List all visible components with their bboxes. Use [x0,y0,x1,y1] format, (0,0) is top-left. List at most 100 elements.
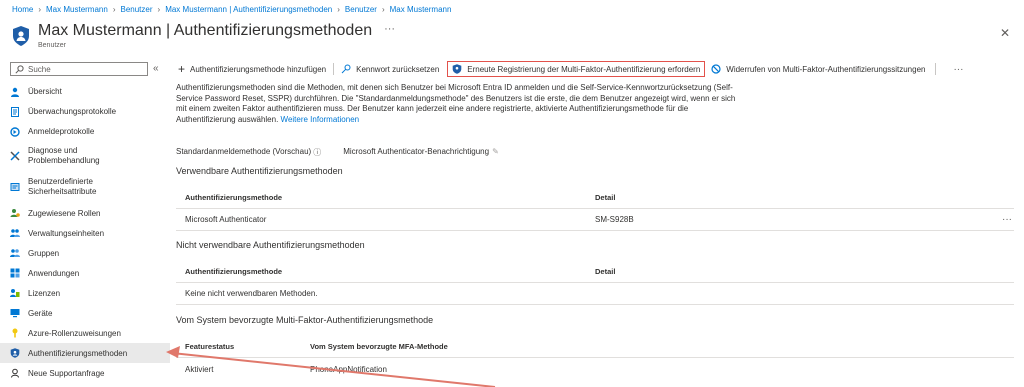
sidebar-item-security-attributes[interactable]: Benutzerdefinierte Sicherheitsattribute [0,170,170,203]
column-header: Authentifizierungsmethode [185,193,283,202]
sidebar-item-label: Neue Supportanfrage [28,368,105,378]
chevron-right-icon: › [381,5,385,14]
more-options-icon[interactable]: ··· [384,23,395,35]
add-auth-method-button[interactable]: + Authentifizierungsmethode hinzufügen [178,62,326,76]
chevron-right-icon: › [112,5,116,14]
sidebar-item-support[interactable]: Neue Supportanfrage [0,363,170,383]
chevron-right-icon: › [38,5,42,14]
key-icon [341,64,351,74]
search-icon [15,64,24,74]
add-auth-method-label: Authentifizierungsmethode hinzufügen [190,64,327,74]
column-header: Detail [595,193,616,202]
default-method-value: Microsoft Authenticator-Benachrichtigung [343,147,490,156]
search-input[interactable]: Suche [10,62,148,76]
sidebar-item-label: Authentifizierungsmethoden [28,348,128,358]
usable-methods-table: Authentifizierungsmethode Detail Microso… [176,187,1014,231]
info-icon[interactable]: ⓘ [313,147,321,158]
table-header: Authentifizierungsmethode Detail [176,261,1014,283]
sidebar-item-diagnose[interactable]: Diagnose und Problembehandlung [0,141,170,170]
apps-icon [10,268,20,278]
breadcrumb-user[interactable]: Max Mustermann [46,5,108,14]
mfa-method-table: Featurestatus Vom System bevorzugte MFA-… [176,336,1014,380]
sidebar-item-applications[interactable]: Anwendungen [0,263,170,283]
sidebar-item-overview[interactable]: Übersicht [0,82,170,101]
require-mfa-reregistration-button[interactable]: Erneute Registrierung der Multi-Faktor-A… [447,61,706,77]
search-placeholder: Suche [28,64,51,74]
sidebar-item-label: Anwendungen [28,268,80,278]
signin-icon [10,126,20,137]
chevron-right-icon: › [157,5,161,14]
sidebar-item-signin-logs[interactable]: Anmeldeprotokolle [0,122,170,141]
breadcrumb: Home › Max Mustermann › Benutzer › Max M… [12,5,451,14]
sidebar-item-licenses[interactable]: Lizenzen [0,283,170,303]
breadcrumb-users[interactable]: Benutzer [120,5,152,14]
shield-icon [10,348,20,358]
more-actions-icon[interactable]: ··· [953,64,963,75]
support-icon [11,368,19,378]
page-header: Max Mustermann | Authentifizierungsmetho… [12,22,395,49]
reset-password-label: Kennwort zurücksetzen [356,64,440,74]
sidebar-item-devices[interactable]: Geräte [0,303,170,323]
sidebar-item-label: Lizenzen [28,288,61,298]
table-cell: PhoneAppNotification [310,364,387,374]
table-row: Aktiviert PhoneAppNotification [176,358,1014,380]
collapse-sidebar-icon[interactable]: « [153,63,159,74]
table-row: Keine nicht verwendbaren Methoden. [176,283,1014,305]
sidebar-item-label: Geräte [28,308,53,318]
table-row[interactable]: Microsoft Authenticator SM-S928B ··· [176,209,1014,231]
plus-icon: + [178,62,186,76]
reset-password-button[interactable]: Kennwort zurücksetzen [341,64,439,74]
sidebar-item-label: Verwaltungseinheiten [28,228,105,238]
breadcrumb-home[interactable]: Home [12,5,33,14]
sidebar-item-audit-logs[interactable]: Überwachungsprotokolle [0,101,170,122]
column-header: Authentifizierungsmethode [185,267,283,276]
sidebar-item-roles[interactable]: Zugewiesene Rollen [0,203,170,223]
edit-pencil-icon[interactable]: ✎ [492,147,499,158]
sidebar-item-label: Benutzerdefinierte Sicherheitsattribute [28,176,97,196]
toolbar-divider [333,63,335,75]
command-bar: + Authentifizierungsmethode hinzufügen K… [178,60,1024,78]
unusable-methods-table: Authentifizierungsmethode Detail Keine n… [176,261,1014,305]
column-header: Vom System bevorzugte MFA-Methode [310,342,448,351]
groups-icon [10,249,20,257]
close-icon[interactable]: ✕ [1000,26,1010,40]
shield-user-icon [13,26,29,46]
column-header: Detail [595,267,616,276]
wrench-icon [10,150,20,161]
sidebar-item-label: Übersicht [28,87,62,96]
sidebar-nav: Übersicht Überwachungsprotokolle Anmelde… [0,82,170,383]
description-text: Authentifizierungsmethoden sind die Meth… [176,83,736,124]
device-icon [10,309,20,318]
roles-icon [10,209,20,217]
page-title: Max Mustermann | Authentifizierungsmetho… [38,22,373,39]
license-icon [10,289,20,297]
admin-units-icon [10,229,20,237]
log-icon [11,106,19,117]
default-method-label: Standardanmeldemethode (Vorschau) [176,147,312,156]
revoke-mfa-sessions-label: Widerrufen von Multi-Faktor-Authentifizi… [726,64,926,74]
table-cell: Microsoft Authenticator [185,215,267,224]
sidebar-item-label: Zugewiesene Rollen [28,208,101,218]
table-cell: SM-S928B [595,215,634,224]
table-header: Featurestatus Vom System bevorzugte MFA-… [176,336,1014,358]
breadcrumb-users-2[interactable]: Benutzer [345,5,377,14]
more-info-link[interactable]: Weitere Informationen [281,115,360,124]
toolbar-divider [935,63,937,75]
user-icon [11,87,19,97]
sidebar-item-azure-roles[interactable]: Azure-Rollenzuweisungen [0,323,170,343]
sidebar-item-admin-units[interactable]: Verwaltungseinheiten [0,223,170,243]
table-cell: Aktiviert [185,364,214,374]
column-header: Featurestatus [185,342,235,351]
mfa-method-title: Vom System bevorzugte Multi-Faktor-Authe… [176,315,434,325]
shield-icon [452,64,462,74]
breadcrumb-user-2[interactable]: Max Mustermann [390,5,452,14]
empty-message: Keine nicht verwendbaren Methoden. [185,289,318,298]
page-subtitle: Benutzer [38,42,67,49]
row-more-icon[interactable]: ··· [1002,214,1012,225]
sidebar-item-label: Gruppen [28,248,60,258]
sidebar-item-groups[interactable]: Gruppen [0,243,170,263]
breadcrumb-auth-methods[interactable]: Max Mustermann | Authentifizierungsmetho… [165,5,332,14]
revoke-mfa-sessions-button[interactable]: Widerrufen von Multi-Faktor-Authentifizi… [711,64,925,74]
sidebar: Suche « Übersicht Überwachungsprotokolle… [0,60,170,387]
sidebar-item-auth-methods[interactable]: Authentifizierungsmethoden [0,343,170,363]
